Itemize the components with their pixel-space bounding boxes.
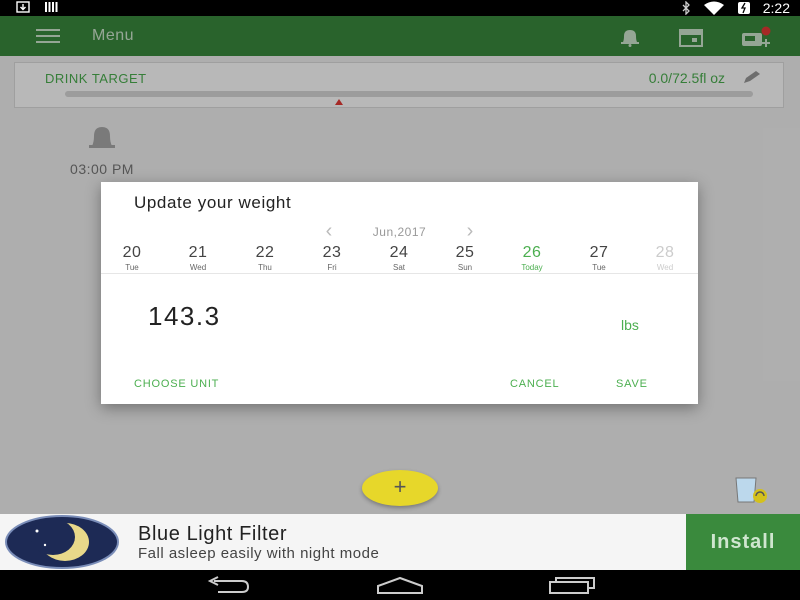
bluetooth-icon (682, 1, 690, 15)
recents-icon[interactable] (548, 576, 596, 594)
download-icon (16, 1, 30, 13)
day-weekday: Fri (327, 263, 337, 272)
day-item[interactable]: 23 Fri (302, 244, 362, 272)
day-item-today[interactable]: 26 Today (502, 244, 562, 272)
day-weekday: Sun (457, 263, 473, 272)
dialog-title: Update your weight (134, 193, 292, 212)
day-weekday: Wed (189, 263, 207, 272)
system-nav-bar (0, 570, 800, 600)
wifi-icon (703, 1, 724, 15)
day-item[interactable]: 27 Tue (569, 244, 629, 272)
day-item[interactable]: 21 Wed (168, 244, 228, 272)
month-selector: ‹ Jun,2017 › (101, 220, 698, 243)
battery-icon (737, 2, 750, 14)
ad-title: Blue Light Filter (138, 523, 288, 545)
month-label: Jun,2017 (372, 224, 427, 239)
status-bar: 2:22 (0, 0, 800, 16)
glass-icon[interactable] (734, 476, 774, 506)
moon-logo-icon (5, 515, 119, 569)
chevron-right-icon[interactable]: › (467, 220, 474, 243)
ad-subtitle: Fall asleep easily with night mode (138, 545, 380, 562)
day-number: 27 (589, 244, 609, 261)
update-weight-dialog: Update your weight ‹ Jun,2017 › 20 Tue 21… (101, 182, 698, 404)
day-weekday: Tue (125, 263, 139, 272)
day-number: 25 (455, 244, 475, 261)
day-item[interactable]: 25 Sun (435, 244, 495, 272)
day-item[interactable]: 20 Tue (102, 244, 162, 272)
save-button[interactable]: SAVE (616, 378, 648, 390)
day-number: 28 (655, 244, 675, 261)
add-button[interactable]: + (362, 470, 438, 506)
weight-value-input[interactable]: 143.3 (148, 301, 221, 332)
day-strip: 20 Tue 21 Wed 22 Thu 23 Fri 24 Sat 25 Sun 26 To… (101, 244, 698, 274)
chevron-left-icon[interactable]: ‹ (326, 220, 333, 243)
install-button[interactable]: Install (686, 514, 800, 570)
home-icon[interactable] (376, 576, 424, 594)
day-item[interactable]: 24 Sat (369, 244, 429, 272)
day-number: 23 (322, 244, 342, 261)
ad-banner[interactable]: Blue Light Filter Fall asleep easily wit… (0, 514, 800, 570)
day-weekday: Today (521, 263, 543, 272)
back-icon[interactable] (206, 576, 252, 594)
choose-unit-button[interactable]: CHOOSE UNIT (134, 378, 219, 390)
day-item: 28 Wed (635, 244, 695, 272)
day-item[interactable]: 22 Thu (235, 244, 295, 272)
day-weekday: Wed (656, 263, 674, 272)
barcode-icon (45, 2, 58, 12)
day-number: 24 (389, 244, 409, 261)
day-number: 21 (188, 244, 208, 261)
status-clock: 2:22 (762, 0, 790, 16)
day-number: 20 (122, 244, 142, 261)
day-weekday: Tue (592, 263, 606, 272)
day-weekday: Thu (258, 263, 272, 272)
cancel-button[interactable]: CANCEL (510, 378, 559, 390)
day-number: 26 (522, 244, 542, 261)
weight-unit-label: lbs (621, 317, 639, 333)
day-weekday: Sat (392, 263, 405, 272)
day-number: 22 (255, 244, 275, 261)
